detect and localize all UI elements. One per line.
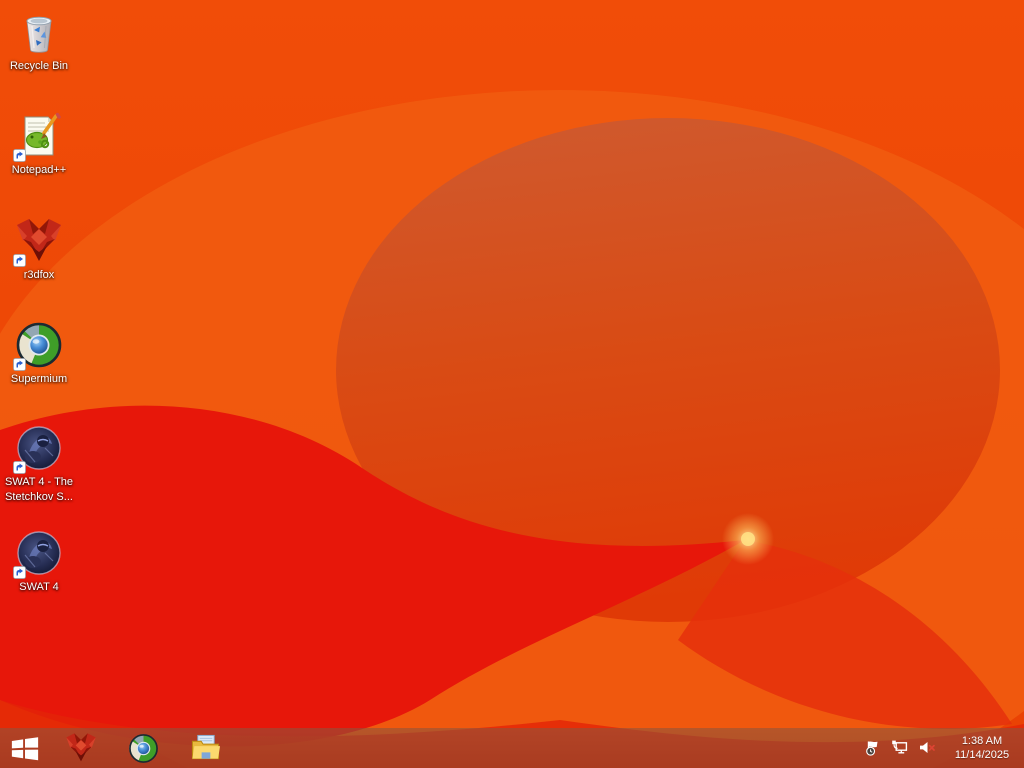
- shortcut-arrow-icon: [13, 149, 26, 162]
- system-tray: 1:38 AM 11/14/2025: [864, 728, 1024, 768]
- desktop-icon-label: r3dfox: [23, 269, 55, 281]
- taskbar-item-r3dfox[interactable]: [50, 728, 112, 768]
- desktop-background[interactable]: [0, 0, 1024, 768]
- taskbar-clock[interactable]: 1:38 AM 11/14/2025: [949, 734, 1015, 762]
- shortcut-arrow-icon: [13, 358, 26, 371]
- desktop-icon-recycle-bin[interactable]: Recycle Bin: [1, 8, 77, 74]
- desktop-icon-notepadpp[interactable]: Notepad++: [1, 112, 77, 178]
- file-explorer-icon: [191, 734, 220, 759]
- tray-action-center[interactable]: [864, 739, 882, 757]
- desktop-icon-r3dfox[interactable]: r3dfox: [1, 217, 77, 283]
- clock-time: 1:38 AM: [961, 735, 1003, 747]
- desktop-icon-label: SWAT 4: [19, 581, 59, 593]
- recycle-bin-icon: [26, 16, 52, 53]
- desktop-icon-label: Notepad++: [11, 164, 67, 176]
- volume-muted-icon: [920, 742, 935, 753]
- shortcut-arrow-icon: [13, 254, 26, 267]
- action-center-flag-icon: [866, 741, 878, 756]
- network-wired-icon: [892, 740, 908, 754]
- r3dfox-icon: [66, 733, 96, 762]
- clock-date: 11/14/2025: [954, 749, 1010, 761]
- tray-network[interactable]: [891, 739, 909, 757]
- shortcut-arrow-icon: [13, 566, 26, 579]
- taskbar-item-file-explorer[interactable]: [174, 728, 236, 768]
- desktop-icon-label: SWAT 4 - The Stetchkov S...: [4, 476, 74, 503]
- tray-volume[interactable]: [918, 739, 936, 757]
- shortcut-arrow-icon: [13, 461, 26, 474]
- start-button[interactable]: [0, 728, 50, 768]
- desktop-icon-swat4[interactable]: SWAT 4: [1, 529, 77, 595]
- desktop-icon-label: Recycle Bin: [9, 60, 69, 72]
- windows-logo-icon: [11, 736, 39, 760]
- desktop-icon-supermium[interactable]: Supermium: [1, 321, 77, 387]
- desktop-icon-swat4-stetchkov[interactable]: SWAT 4 - The Stetchkov S...: [1, 424, 77, 505]
- taskbar-item-supermium[interactable]: [112, 728, 174, 768]
- taskbar: 1:38 AM 11/14/2025: [0, 728, 1024, 768]
- desktop-icon-label: Supermium: [10, 373, 68, 385]
- supermium-icon: [128, 733, 158, 763]
